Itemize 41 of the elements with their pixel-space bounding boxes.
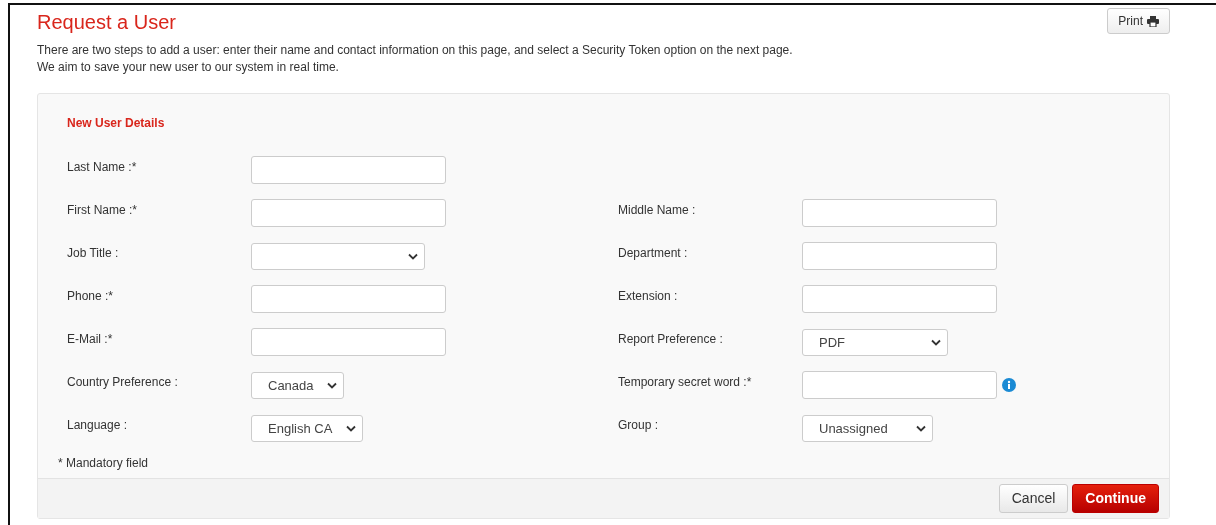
input-field[interactable] xyxy=(251,328,446,356)
caret-icon xyxy=(408,253,418,260)
mandatory-note: * Mandatory field xyxy=(58,455,150,472)
dropdown[interactable]: English CA xyxy=(251,415,363,442)
input-field[interactable] xyxy=(802,199,997,227)
field-label: Group : xyxy=(618,417,660,434)
caret-icon xyxy=(916,425,926,432)
caret-icon xyxy=(327,382,337,389)
dropdown[interactable]: Canada xyxy=(251,372,344,399)
field-label: Country Preference : xyxy=(67,374,179,391)
field-label: E-Mail :* xyxy=(67,331,114,348)
field-label: Job Title : xyxy=(67,245,120,262)
info-icon[interactable] xyxy=(1002,378,1016,392)
print-button[interactable]: Print xyxy=(1107,8,1170,34)
printer-icon xyxy=(1147,15,1159,27)
field-label: Report Preference : xyxy=(618,331,724,348)
input-field[interactable] xyxy=(802,285,997,313)
intro-text: We aim to save your new user to our system in real time. xyxy=(37,59,340,76)
input-field[interactable] xyxy=(251,285,446,313)
page-title: Request a User xyxy=(37,10,176,35)
field-label: Last Name :* xyxy=(67,159,138,176)
section-heading: New User Details xyxy=(67,115,166,132)
field-label: Extension : xyxy=(618,288,679,305)
continue-button[interactable]: Continue xyxy=(1072,484,1159,513)
dropdown[interactable]: Unassigned xyxy=(802,415,933,442)
cancel-button[interactable]: Cancel xyxy=(998,484,1069,513)
input-field[interactable] xyxy=(251,199,446,227)
dropdown[interactable] xyxy=(251,243,425,270)
caret-icon xyxy=(931,339,941,346)
field-label: Temporary secret word :* xyxy=(618,374,753,391)
field-label: Language : xyxy=(67,417,129,434)
input-field[interactable] xyxy=(802,242,997,270)
field-label: Phone :* xyxy=(67,288,115,305)
field-label: Department : xyxy=(618,245,689,262)
intro-text: There are two steps to add a user: enter their name and contact information on this page, and select a Security Token option on the next page. xyxy=(37,42,794,59)
input-field[interactable] xyxy=(802,371,997,399)
input-field[interactable] xyxy=(251,156,446,184)
field-label: Middle Name : xyxy=(618,202,697,219)
field-label: First Name :* xyxy=(67,202,138,219)
caret-icon xyxy=(346,425,356,432)
dropdown[interactable]: PDF xyxy=(802,329,948,356)
